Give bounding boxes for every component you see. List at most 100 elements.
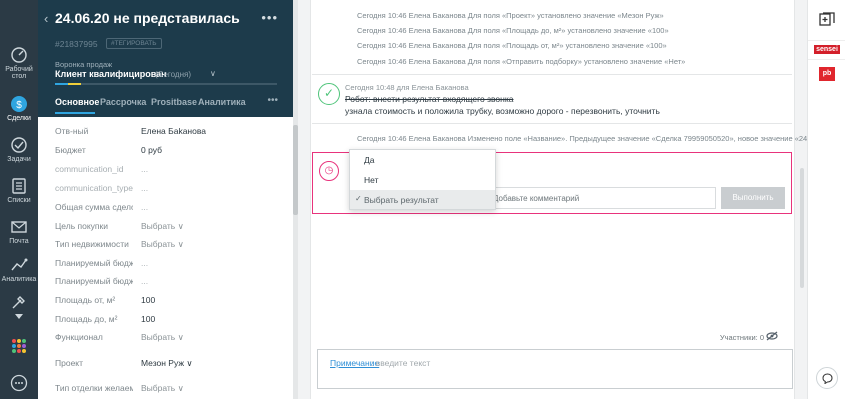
field-value[interactable]: ...	[141, 258, 148, 268]
tag-button[interactable]: #ТЕГИРОВАТЬ	[106, 38, 162, 49]
field-row[interactable]: Тип недвижимости Выбрать ∨	[55, 239, 280, 257]
note-text: узнала стоимость и положила трубку, возм…	[345, 106, 660, 116]
field-label: Отв-ный	[55, 126, 89, 136]
chevron-down-icon	[15, 314, 23, 319]
field-row[interactable]: Проект Мезон Руж ∨	[55, 358, 280, 376]
field-value[interactable]: 0 руб	[141, 145, 162, 155]
field-label: Функционал	[55, 332, 103, 342]
back-chevron-icon[interactable]: ‹	[44, 11, 48, 26]
field-value[interactable]: ...	[141, 164, 148, 174]
field-row[interactable]: Общая сумма сделок...	[55, 202, 280, 220]
nav-item-analytics[interactable]: Аналитика	[0, 256, 38, 283]
lists-icon	[12, 178, 26, 194]
check-icon: ✓	[355, 194, 362, 203]
lead-more-icon[interactable]: •••	[261, 10, 278, 25]
clock-icon: ◷	[319, 161, 339, 181]
field-value[interactable]: ...	[141, 276, 148, 286]
nav-label: Списки	[7, 197, 31, 204]
pb-logo[interactable]: pb	[819, 67, 835, 81]
field-row[interactable]: Функционал Выбрать ∨	[55, 332, 280, 350]
nav-item-chats[interactable]	[0, 374, 38, 394]
note-composer[interactable]: Примечание : введите текст	[317, 349, 793, 389]
pipeline-progress	[55, 83, 277, 85]
field-value[interactable]: 100	[141, 295, 155, 305]
nav-label: Задачи	[7, 156, 31, 163]
svg-text:$: $	[16, 100, 22, 111]
field-row[interactable]: communication_type...	[55, 183, 280, 201]
nav-item-dashboard[interactable]: Рабочий стол	[0, 46, 38, 80]
lead-header: ‹ 24.06.20 не представилась ••• #2183799…	[38, 0, 298, 117]
field-value[interactable]: 100	[141, 314, 155, 324]
participants-count[interactable]: Участники: 0	[720, 333, 764, 342]
lead-title[interactable]: 24.06.20 не представилась	[55, 10, 240, 26]
field-row[interactable]: communication_id...	[55, 164, 280, 182]
log-line: Сегодня 10:46 Елена Баканова Для поля «О…	[357, 57, 686, 66]
field-select[interactable]: Мезон Руж ∨	[141, 358, 193, 369]
field-value[interactable]: Елена Бakaнова	[141, 126, 206, 136]
nav-item-settings[interactable]	[0, 294, 38, 319]
sensei-logo-text: sensei	[814, 45, 840, 54]
lead-id: #21837995	[55, 39, 98, 49]
completed-task-note: ✓ Сегодня 10:48 для Елена Баканова Робот…	[312, 74, 792, 124]
tab-installment[interactable]: Рассрочка	[100, 97, 146, 107]
dropdown-option-no[interactable]: Нет	[350, 170, 495, 189]
log-line: Сегодня 10:46 Елена Баканова Для поля «П…	[357, 26, 669, 35]
nav-item-apps[interactable]	[0, 337, 38, 357]
field-label: Бюджет	[55, 145, 86, 155]
tab-main[interactable]: Основное	[55, 97, 99, 107]
analytics-icon	[11, 258, 28, 271]
result-dropdown: Да Нет ✓ Выбрать результат	[349, 149, 496, 210]
pipeline-progress-fill	[55, 83, 81, 85]
tab-prositbase[interactable]: Prositbase	[151, 97, 197, 107]
field-value[interactable]: ...	[141, 202, 148, 212]
log-line: Сегодня 10:46 Елена Баканова Для поля «П…	[357, 41, 667, 50]
field-row[interactable]: Цель покупки Выбрать ∨	[55, 221, 280, 239]
mail-icon	[11, 221, 27, 233]
field-label: Площадь до, м²	[55, 314, 118, 324]
nav-item-lists[interactable]: Списки	[0, 177, 38, 204]
execute-button[interactable]: Выполнить	[721, 187, 785, 209]
note-meta: Сегодня 10:48 для Елена Баканова	[345, 83, 469, 92]
lead-panel: ‹ 24.06.20 не представилась ••• #2183799…	[38, 0, 298, 399]
dropdown-option-yes[interactable]: Да	[350, 150, 495, 169]
dropdown-option-select-result[interactable]: ✓ Выбрать результат	[350, 190, 495, 209]
field-label: communication_type	[55, 183, 133, 193]
add-panel-icon[interactable]	[819, 12, 835, 26]
chat-dots-icon	[10, 374, 28, 392]
pipeline-chevron-icon[interactable]: ∨	[210, 69, 216, 78]
app-root: Рабочий стол $ Сделки Задачи Списки Почт…	[0, 0, 845, 399]
field-select[interactable]: Выбрать ∨	[141, 332, 184, 343]
dashboard-icon	[11, 47, 27, 63]
field-value[interactable]: ...	[141, 183, 148, 193]
feed-scrollbar[interactable]	[800, 168, 804, 288]
pipeline-label: Воронка продаж	[55, 60, 113, 69]
nav-item-tasks[interactable]: Задачи	[0, 136, 38, 163]
field-row[interactable]: Планируемый бюджет...	[55, 276, 280, 294]
eye-off-icon[interactable]	[766, 331, 778, 341]
log-line: Сегодня 10:46 Елена Баканова Для поля «П…	[357, 11, 664, 20]
field-select[interactable]: Выбрать ∨	[141, 239, 184, 250]
activity-feed: Сегодня 10:46 Елена Баканова Для поля «П…	[298, 0, 821, 399]
pipeline-status[interactable]: Клиент квалифицирован	[55, 69, 167, 79]
nav-label: Рабочий стол	[5, 66, 33, 80]
chat-button[interactable]	[816, 367, 838, 389]
sensei-logo[interactable]: sensei	[808, 40, 845, 60]
active-tab-underline	[55, 112, 95, 114]
nav-label: Сделки	[7, 115, 31, 122]
tabs-more-icon[interactable]: •••	[267, 95, 278, 106]
field-label: Тип недвижимости	[55, 239, 129, 249]
nav-item-mail[interactable]: Почта	[0, 218, 38, 245]
comment-input[interactable]: Добавьте комментарий	[486, 187, 716, 209]
field-row[interactable]: Площадь от, м² 100	[55, 295, 280, 313]
field-select[interactable]: Выбрать ∨	[141, 221, 184, 232]
field-row[interactable]: Бюджет 0 руб	[55, 145, 280, 163]
tab-analytics[interactable]: Аналитика	[198, 97, 246, 107]
field-row[interactable]: Тип отделки желаемый Выбрать ∨	[55, 383, 280, 399]
field-row[interactable]: Отв-ный Елена Бakaнова	[55, 126, 280, 144]
field-label: Общая сумма сделок	[55, 202, 133, 212]
field-select[interactable]: Выбрать ∨	[141, 383, 184, 394]
field-row[interactable]: Площадь до, м² 100	[55, 314, 280, 332]
nav-item-deals[interactable]: $ Сделки	[0, 95, 38, 122]
field-label: Проект	[55, 358, 83, 368]
field-row[interactable]: Планируемый бюджет...	[55, 258, 280, 276]
